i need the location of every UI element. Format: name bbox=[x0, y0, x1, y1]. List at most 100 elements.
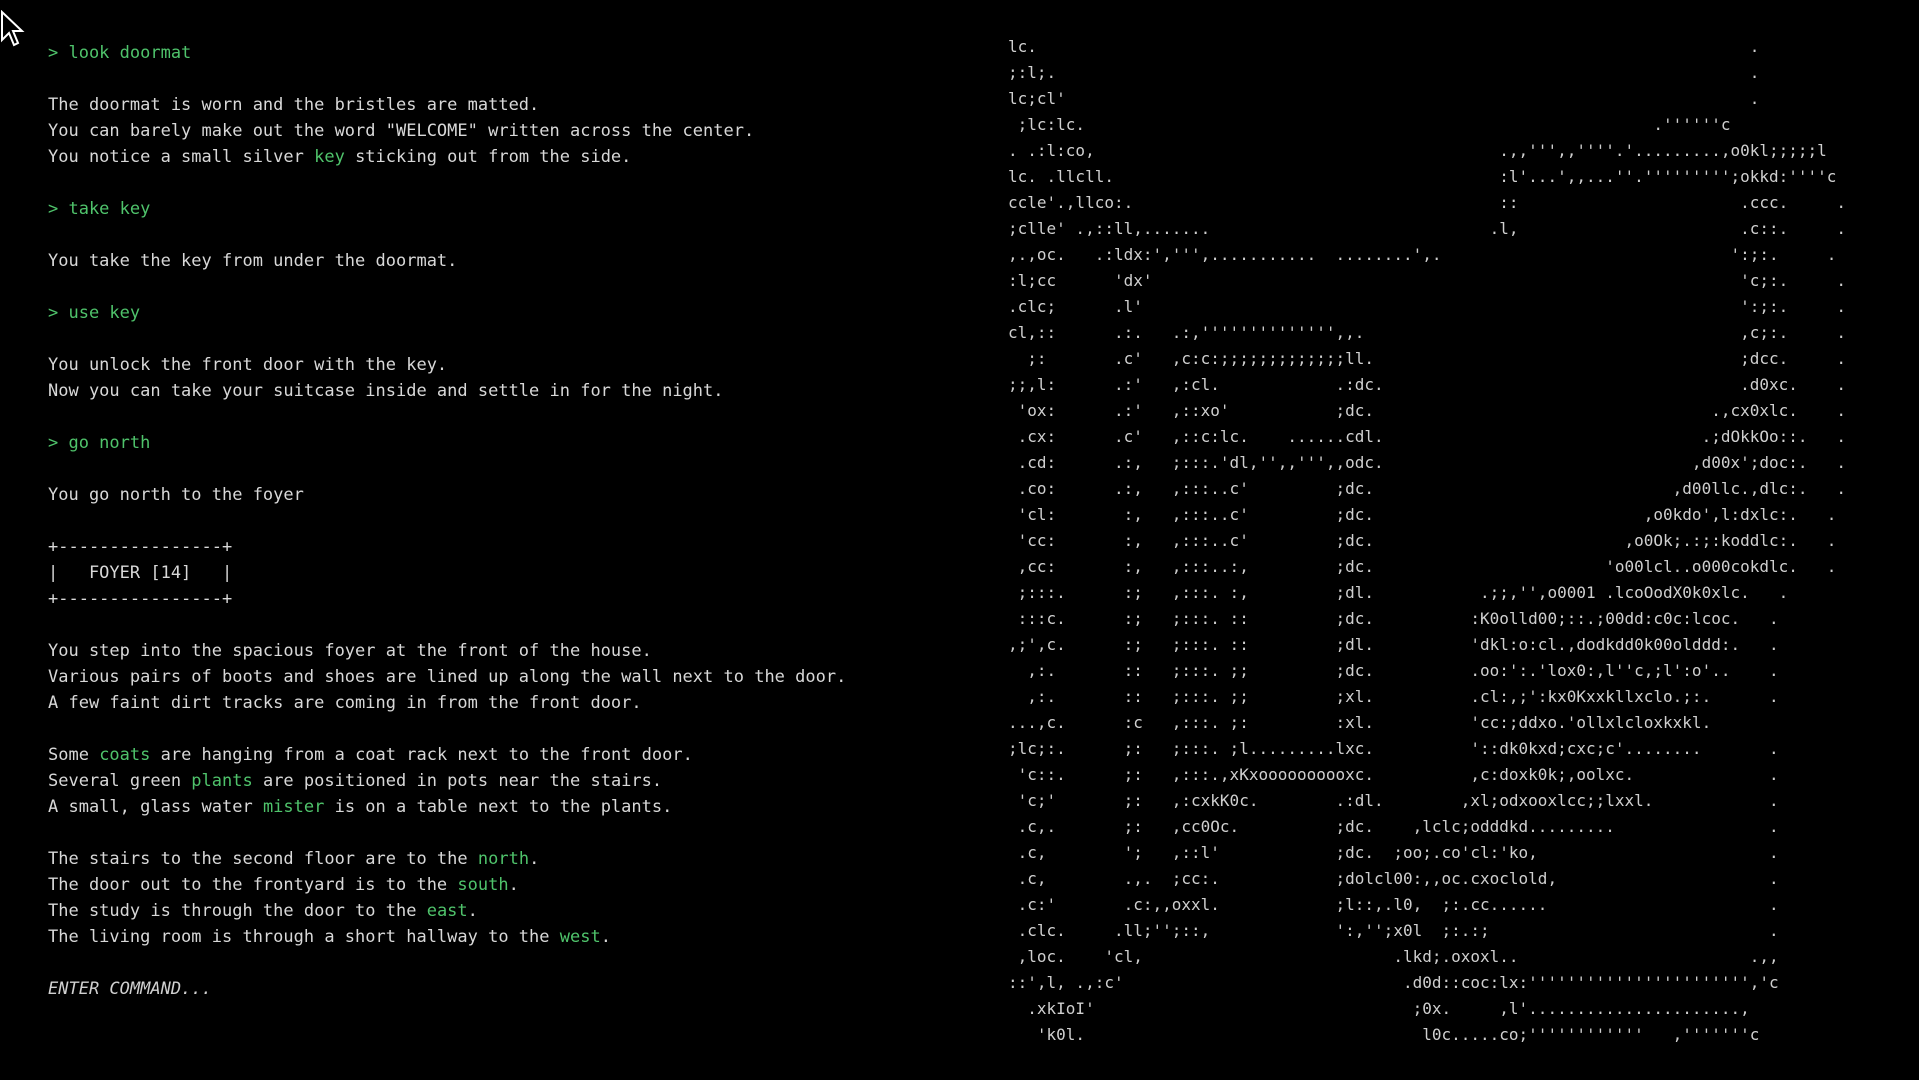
ascii-art-panel: lc. . ;:l;. . lc;cl' . ;lc:lc. .''''''c … bbox=[1008, 34, 1846, 1048]
keyword-highlight[interactable]: key bbox=[314, 147, 345, 167]
narrative-line: You unlock the front door with the key. bbox=[48, 352, 948, 378]
ascii-art-row: ccle'.,llco:. :: .ccc. . bbox=[1008, 193, 1847, 212]
narrative-line: Several green plants are positioned in p… bbox=[48, 768, 948, 794]
command-echo: > look doormat bbox=[48, 43, 192, 63]
narrative-text: You take the key from under the doormat. bbox=[48, 251, 458, 271]
ascii-art-row: .cd: .:, ;:::.'dl,'',,''',,odc. ,d00x';d… bbox=[1008, 453, 1847, 472]
narrative-text: The stairs to the second floor are to th… bbox=[48, 849, 478, 869]
narrative-line: Now you can take your suitcase inside an… bbox=[48, 378, 948, 404]
ascii-art-row: ;:l;. . bbox=[1008, 63, 1760, 82]
ascii-art-row: cl,:: .:. .:,'''''''''''''',,. ,c;:. . bbox=[1008, 323, 1847, 342]
ascii-art-row: ;;,l: .:' ,:cl. .:dc. .d0xc. . bbox=[1008, 375, 1847, 394]
ascii-art-row: .clc. .ll;'';::, ':,'';x0l ;:.:; . bbox=[1008, 921, 1779, 940]
keyword-highlight[interactable]: west bbox=[560, 927, 601, 947]
ascii-art-row: .c, .,. ;cc:. ;dolcl00:,,oc.cxoclold, . bbox=[1008, 869, 1779, 888]
narrative-line: You take the key from under the doormat. bbox=[48, 248, 948, 274]
narrative-text: Now you can take your suitcase inside an… bbox=[48, 381, 724, 401]
command-echo: > take key bbox=[48, 199, 151, 219]
narrative-text: The doormat is worn and the bristles are… bbox=[48, 95, 540, 115]
narrative-text: are hanging from a coat rack next to the… bbox=[150, 745, 693, 765]
keyword-highlight[interactable]: coats bbox=[99, 745, 150, 765]
keyword-highlight[interactable]: north bbox=[478, 849, 529, 869]
ascii-art-row: ,:. :: ;:::. ;; ;dc. .oo:':.'lox0:,l''c,… bbox=[1008, 661, 1779, 680]
ascii-art-row: ,.,oc. .:ldx:',''',........... ........'… bbox=[1008, 245, 1837, 264]
ascii-art-row: ;lc:lc. .''''''c bbox=[1008, 115, 1731, 134]
ascii-art-row: .clc; .l' ':;:. . bbox=[1008, 297, 1847, 316]
narrative-text: . bbox=[467, 901, 478, 921]
ascii-art-row: lc. . bbox=[1008, 37, 1760, 56]
narrative-line: The stairs to the second floor are to th… bbox=[48, 846, 948, 872]
ascii-art-row: 'c;' ;: ,:cxkK0c. .:dl. ,xl;odxooxlcc;;l… bbox=[1008, 791, 1779, 810]
keyword-highlight[interactable]: mister bbox=[263, 797, 324, 817]
ascii-art-row: :l;cc 'dx' 'c;:. . bbox=[1008, 271, 1847, 290]
ascii-art-row: .c, '; ,::l' ;dc. ;oo;.co'cl:'ko, . bbox=[1008, 843, 1779, 862]
room-title-box: +----------------+ bbox=[48, 589, 233, 609]
narrative-text: . bbox=[600, 927, 611, 947]
narrative-line: The living room is through a short hallw… bbox=[48, 924, 948, 950]
keyword-highlight[interactable]: east bbox=[427, 901, 468, 921]
ascii-art-row: 'k0l. l0c.....co;'''''''''''' ,'''''''c bbox=[1008, 1025, 1760, 1044]
ascii-art-row: .c:' .c:,,oxxl. ;l::,.l0, ;:.cc...... . bbox=[1008, 895, 1779, 914]
ascii-art-row: .cx: .c' ,::c:lc. ......cdl. .;dOkkOo::.… bbox=[1008, 427, 1847, 446]
ascii-art-row: ,:. :: ;:::. ;; ;xl. .cl:,;':kx0Kxxkllxc… bbox=[1008, 687, 1779, 706]
narrative-text: . bbox=[529, 849, 540, 869]
ascii-art-row: ::',l, .,:c' .d0d::coc:lx:''''''''''''''… bbox=[1008, 973, 1779, 992]
ascii-art-row: 'ox: .:' ,::xo' ;dc. .,cx0xlc. . bbox=[1008, 401, 1847, 420]
mouse-cursor-icon bbox=[0, 10, 25, 47]
narrative-line: Some coats are hanging from a coat rack … bbox=[48, 742, 948, 768]
ascii-art-row: .xkIoI' ;0x. ,l'......................, bbox=[1008, 999, 1750, 1018]
ascii-art-row: lc;cl' . bbox=[1008, 89, 1760, 108]
narrative-text: A few faint dirt tracks are coming in fr… bbox=[48, 693, 642, 713]
ascii-art-row: .c,. ;: ,cc0Oc. ;dc. ,lclc;odddkd.......… bbox=[1008, 817, 1779, 836]
narrative-text: The door out to the frontyard is to the bbox=[48, 875, 458, 895]
ascii-art-row: 'cl: :, ,:::..c' ;dc. ,o0kdo',l:dxlc:. . bbox=[1008, 505, 1837, 524]
narrative-text: You notice a small silver bbox=[48, 147, 315, 167]
narrative-text: A small, glass water bbox=[48, 797, 263, 817]
narrative-text: The living room is through a short hallw… bbox=[48, 927, 560, 947]
ascii-art-row: ;clle' .,::ll,....... .l, .c::. . bbox=[1008, 219, 1847, 238]
narrative-text: You go north to the foyer bbox=[48, 485, 304, 505]
ascii-art-row: ;: .c' ,c:c:;;;;;;;;;;;;;ll. ;dcc. . bbox=[1008, 349, 1847, 368]
narrative-text: Several green bbox=[48, 771, 192, 791]
keyword-highlight[interactable]: plants bbox=[191, 771, 252, 791]
ascii-art-row: lc. .llcll. :l'...',,...''.''''''''';okk… bbox=[1008, 167, 1837, 186]
ascii-art-row: :::c. :; ;:::. :: ;dc. :K0olld00;::.;00d… bbox=[1008, 609, 1779, 628]
narrative-line: The study is through the door to the eas… bbox=[48, 898, 948, 924]
command-prompt[interactable]: ENTER COMMAND... bbox=[48, 976, 948, 1002]
ascii-art-row: .co: .:, ,:::..c' ;dc. ,d00llc.,dlc:. . bbox=[1008, 479, 1847, 498]
ascii-art-row: ,;',c. :; ;:::. :: ;dl. 'dkl:o:cl.,dodkd… bbox=[1008, 635, 1779, 654]
command-echo: > use key bbox=[48, 303, 141, 323]
ascii-art-row: ,cc: :, ,:::..:, ;dc. 'o00lcl..o000cokdl… bbox=[1008, 557, 1837, 576]
narrative-line: A few faint dirt tracks are coming in fr… bbox=[48, 690, 948, 716]
narrative-text: You unlock the front door with the key. bbox=[48, 355, 448, 375]
narrative-text: sticking out from the side. bbox=[344, 147, 632, 167]
ascii-art-row: ,loc. 'cl, .lkd;.oxoxl.. .,, bbox=[1008, 947, 1779, 966]
narrative-line: You notice a small silver key sticking o… bbox=[48, 144, 948, 170]
ascii-art-row: ;lc;:. ;: ;:::. ;l.........lxc. '::dk0kx… bbox=[1008, 739, 1779, 758]
narrative-line: You can barely make out the word "WELCOM… bbox=[48, 118, 948, 144]
keyword-highlight[interactable]: south bbox=[457, 875, 508, 895]
narrative-line: The door out to the frontyard is to the … bbox=[48, 872, 948, 898]
narrative-line: The doormat is worn and the bristles are… bbox=[48, 92, 948, 118]
narrative-line: A small, glass water mister is on a tabl… bbox=[48, 794, 948, 820]
narrative-text: are positioned in pots near the stairs. bbox=[252, 771, 663, 791]
narrative-text: You step into the spacious foyer at the … bbox=[48, 641, 652, 661]
ascii-art-row: ...,c. :c ,:::. ;: :xl. 'cc:;ddxo.'ollxl… bbox=[1008, 713, 1779, 732]
terminal-output: > look doormat The doormat is worn and th… bbox=[48, 40, 948, 1002]
narrative-text: The study is through the door to the bbox=[48, 901, 427, 921]
narrative-text: Various pairs of boots and shoes are lin… bbox=[48, 667, 847, 687]
narrative-line: Various pairs of boots and shoes are lin… bbox=[48, 664, 948, 690]
room-title-box: | FOYER [14] | bbox=[48, 563, 233, 583]
ascii-art-row: . .:l:co, .,,''',,''''.'.........,o0kl;;… bbox=[1008, 141, 1827, 160]
